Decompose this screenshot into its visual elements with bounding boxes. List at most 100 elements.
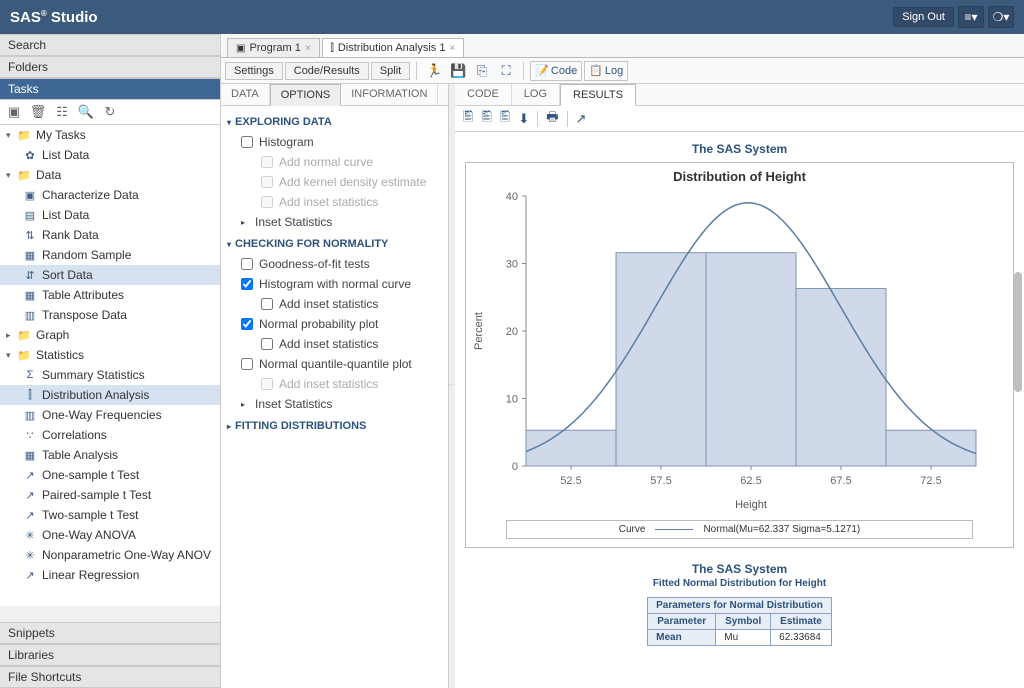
subtab-log[interactable]: LOG	[512, 84, 560, 105]
chart-title: Distribution of Height	[466, 163, 1013, 186]
help-icon[interactable]: ❍▾	[988, 6, 1014, 28]
expand-icon[interactable]: ▣	[6, 104, 22, 120]
chk-qq[interactable]: Normal quantile-quantile plot	[227, 354, 442, 374]
subtab-data[interactable]: DATA	[221, 84, 270, 105]
group-inset-2[interactable]: ▸Inset Statistics	[227, 394, 442, 414]
chk-add-inset-3[interactable]: Add inset statistics	[227, 334, 442, 354]
node-rank[interactable]: ⇅Rank Data	[0, 225, 220, 245]
save-icon[interactable]: 💾	[447, 61, 469, 81]
node-list-data-1[interactable]: ✿List Data	[0, 145, 220, 165]
tab-distribution-1[interactable]: ⫿Distribution Analysis 1×	[322, 38, 465, 57]
newwindow-icon[interactable]: ↗	[576, 111, 587, 127]
panel-folders[interactable]: Folders	[0, 56, 220, 78]
panel-fileshortcuts[interactable]: File Shortcuts	[0, 666, 220, 688]
group-inset-1[interactable]: ▸Inset Statistics	[227, 212, 442, 232]
scrollbar-thumb[interactable]	[1014, 272, 1022, 392]
settings-button[interactable]: Settings	[225, 62, 283, 80]
download-icon[interactable]: ⬇	[518, 111, 529, 127]
node-onet[interactable]: ↗One-sample t Test	[0, 465, 220, 485]
options-list: ▾EXPLORING DATA Histogram Add normal cur…	[221, 106, 448, 688]
panel-snippets[interactable]: Snippets	[0, 622, 220, 644]
node-tableattr[interactable]: ▦Table Attributes	[0, 285, 220, 305]
left-accordion: Search Folders Tasks ▣ 🗑 ☷ 🔍 ↻ ▾📁My Task…	[0, 34, 221, 688]
tab-program-1[interactable]: ▣Program 1×	[227, 38, 320, 57]
close-icon[interactable]: ×	[305, 43, 311, 54]
node-npanova[interactable]: ✳Nonparametric One-Way ANOV	[0, 545, 220, 565]
table-row: Mean Mu 62.33684	[648, 630, 832, 646]
edit-code-button[interactable]: 📝Code	[530, 61, 582, 81]
sign-out-button[interactable]: Sign Out	[893, 7, 954, 27]
node-statistics[interactable]: ▾📁Statistics	[0, 345, 220, 365]
svg-text:0: 0	[512, 461, 518, 473]
group-fitting[interactable]: ▸FITTING DISTRIBUTIONS	[227, 414, 442, 436]
html-icon[interactable]: 🖺	[463, 108, 473, 130]
svg-text:67.5: 67.5	[830, 475, 851, 487]
refresh-icon[interactable]: ↻	[102, 104, 118, 120]
chk-add-inset-2[interactable]: Add inset statistics	[227, 294, 442, 314]
node-twot[interactable]: ↗Two-sample t Test	[0, 505, 220, 525]
subtab-options[interactable]: OPTIONS	[270, 84, 342, 106]
saveas-icon[interactable]: ⎘	[471, 61, 493, 81]
node-list-data-2[interactable]: ▤List Data	[0, 205, 220, 225]
delete-icon[interactable]: 🗑	[30, 104, 46, 120]
subtab-information[interactable]: INFORMATION	[341, 84, 438, 105]
node-data[interactable]: ▾📁Data	[0, 165, 220, 185]
table-header-row: Parameters for Normal Distribution	[648, 598, 832, 614]
subtab-results[interactable]: RESULTS	[560, 84, 636, 106]
node-random[interactable]: ▦Random Sample	[0, 245, 220, 265]
results-subtabs: CODE LOG RESULTS	[455, 84, 1024, 106]
node-anova[interactable]: ✳One-Way ANOVA	[0, 525, 220, 545]
chart-legend: Curve Normal(Mu=62.337 Sigma=5.1271)	[506, 520, 973, 539]
node-corr[interactable]: ∵Correlations	[0, 425, 220, 445]
results-body[interactable]: The SAS System Distribution of Height 0 1…	[455, 132, 1024, 688]
svg-text:10: 10	[506, 394, 518, 406]
node-transpose[interactable]: ▥Transpose Data	[0, 305, 220, 325]
run-icon[interactable]: 🏃	[423, 61, 445, 81]
split-button[interactable]: Split	[371, 62, 410, 80]
search-icon[interactable]: 🔍	[78, 104, 94, 120]
menu-icon[interactable]: ≡▾	[958, 6, 984, 28]
separator	[416, 62, 417, 80]
panel-libraries[interactable]: Libraries	[0, 644, 220, 666]
tree-hscroll[interactable]	[0, 606, 220, 622]
node-graph[interactable]: ▸📁Graph	[0, 325, 220, 345]
node-linreg[interactable]: ↗Linear Regression	[0, 565, 220, 585]
edit-log-button[interactable]: 📋Log	[584, 61, 628, 81]
svg-text:Percent: Percent	[473, 312, 485, 350]
properties-icon[interactable]: ☷	[54, 104, 70, 120]
col-parameter: Parameter	[648, 614, 716, 630]
chk-histogram[interactable]: Histogram	[227, 132, 442, 152]
panel-tasks[interactable]: Tasks	[0, 78, 220, 100]
chk-npp[interactable]: Normal probability plot	[227, 314, 442, 334]
node-tableanal[interactable]: ▦Table Analysis	[0, 445, 220, 465]
panel-search[interactable]: Search	[0, 34, 220, 56]
coderesults-button[interactable]: Code/Results	[285, 62, 369, 80]
group-exploring[interactable]: ▾EXPLORING DATA	[227, 110, 442, 132]
parameters-table: Parameters for Normal Distribution Param…	[647, 597, 832, 646]
settings-subtabs: DATA OPTIONS INFORMATION	[221, 84, 448, 106]
chart-svg: 01020304052.557.562.567.572.5HeightPerce…	[466, 186, 996, 516]
node-pairedt[interactable]: ↗Paired-sample t Test	[0, 485, 220, 505]
title-bar: SAS® Studio Sign Out ≡▾ ❍▾	[0, 0, 1024, 34]
rtf-icon[interactable]: 🖺	[500, 108, 510, 130]
expand-icon[interactable]: ⛶	[495, 61, 517, 81]
chk-hist-normal[interactable]: Histogram with normal curve	[227, 274, 442, 294]
sas-system-title-2: The SAS System	[465, 562, 1014, 576]
subtab-code[interactable]: CODE	[455, 84, 512, 105]
pdf-icon[interactable]: 🖺	[481, 108, 491, 130]
close-icon[interactable]: ×	[449, 43, 455, 54]
chk-gof[interactable]: Goodness-of-fit tests	[227, 254, 442, 274]
results-panel: CODE LOG RESULTS 🖺 🖺 🖺 ⬇ 🖶 ↗ The SAS Sys…	[455, 84, 1024, 688]
histogram-chart: Distribution of Height 01020304052.557.5…	[465, 162, 1014, 548]
node-summary[interactable]: ΣSummary Statistics	[0, 365, 220, 385]
node-oneway[interactable]: ▥One-Way Frequencies	[0, 405, 220, 425]
file-tabs: ▣Program 1× ⫿Distribution Analysis 1×	[221, 34, 1024, 58]
print-icon[interactable]: 🖶	[546, 108, 558, 130]
node-dist[interactable]: ⫿Distribution Analysis	[0, 385, 220, 405]
node-sort[interactable]: ⇵Sort Data	[0, 265, 220, 285]
node-characterize[interactable]: ▣Characterize Data	[0, 185, 220, 205]
chk-add-inset-4: Add inset statistics	[227, 374, 442, 394]
node-my-tasks[interactable]: ▾📁My Tasks	[0, 125, 220, 145]
group-normality[interactable]: ▾CHECKING FOR NORMALITY	[227, 232, 442, 254]
chk-add-kde: Add kernel density estimate	[227, 172, 442, 192]
